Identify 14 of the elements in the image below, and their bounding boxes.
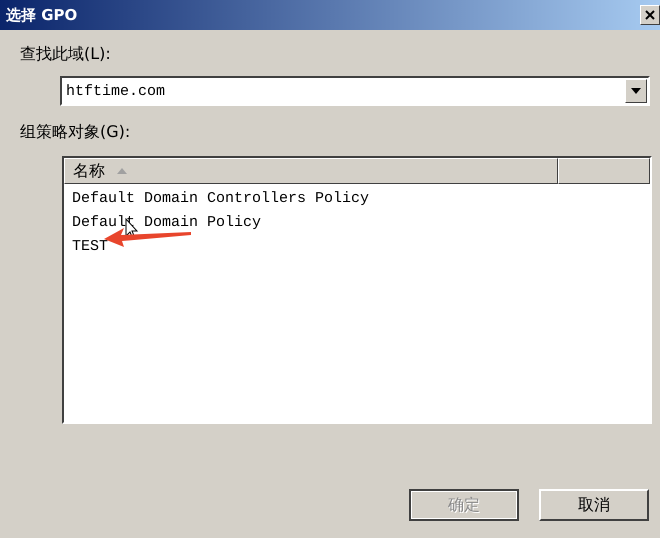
window-title: 选择 GPO (6, 6, 78, 24)
field-label: 查找此域(L): (20, 44, 112, 65)
caret-icon (631, 88, 641, 94)
cancel-button[interactable]: 取消 (539, 489, 649, 521)
column-header[interactable]: 名称 (64, 158, 558, 184)
list-item[interactable]: TEST (64, 235, 650, 259)
sort-icon (117, 168, 127, 174)
close-icon (644, 9, 656, 21)
list-item[interactable]: Default Domain Controllers Policy (64, 187, 650, 211)
field-label: 组策略对象(G): (20, 122, 132, 143)
column-header[interactable] (558, 158, 650, 184)
close-button[interactable] (640, 5, 660, 25)
dropdown-button[interactable] (625, 79, 647, 103)
domain-dropdown[interactable]: htftime.com (60, 76, 650, 106)
